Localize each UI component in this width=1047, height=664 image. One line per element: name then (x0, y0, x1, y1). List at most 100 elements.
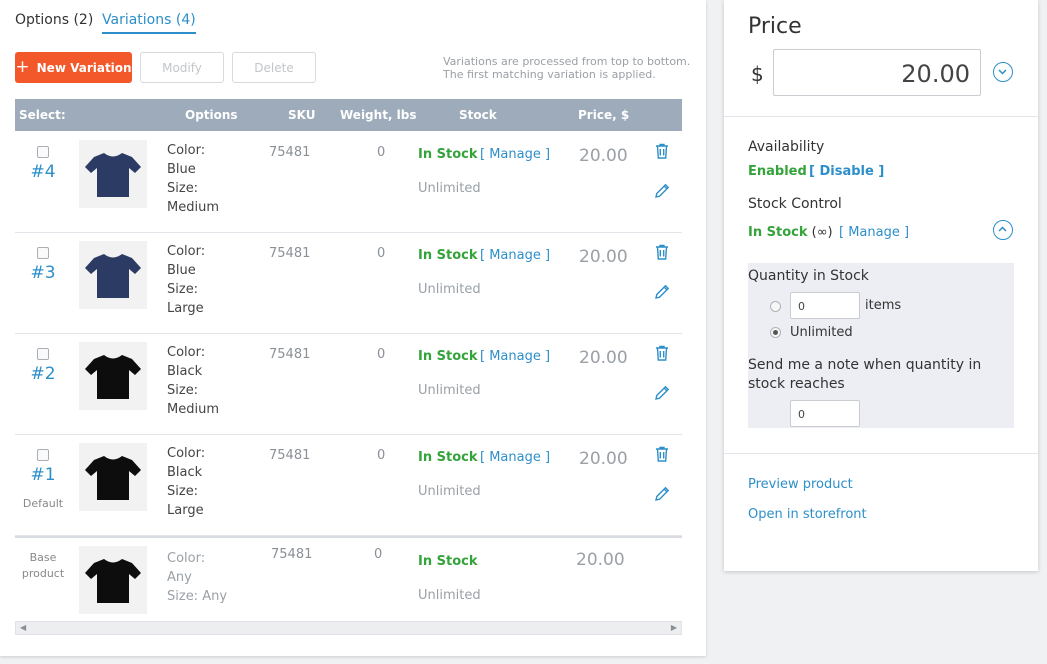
size-label: Size: (167, 282, 199, 297)
plus-icon: + (15, 57, 30, 77)
weight-value: 0 (377, 246, 386, 261)
row-checkbox[interactable] (37, 348, 49, 360)
weight-value: 0 (377, 145, 386, 160)
base-price: 20.00 (576, 550, 625, 570)
stock-quantity: Unlimited (418, 484, 481, 499)
delete-button[interactable]: Delete (232, 52, 316, 83)
open-storefront-link[interactable]: Open in storefront (748, 507, 867, 522)
table-row[interactable]: #3 Color: Blue Size: Large 75481 0 In Stock[ Ma… (15, 233, 682, 334)
variation-options: Color: Black Size: Medium (167, 343, 219, 419)
product-sidebar: Price $ 20.00 Availability Enabled [ Dis… (724, 0, 1038, 571)
variation-number-link[interactable]: #1 (23, 465, 63, 485)
row-checkbox[interactable] (37, 146, 49, 158)
base-color-value: Any (167, 570, 192, 585)
price-value: 20.00 (579, 348, 628, 368)
price-title: Price (748, 14, 802, 39)
disable-link[interactable]: [ Disable ] (809, 164, 884, 179)
preview-product-link[interactable]: Preview product (748, 477, 853, 492)
chevron-down-icon (998, 69, 1007, 75)
row-checkbox[interactable] (37, 247, 49, 259)
row-checkbox[interactable] (37, 449, 49, 461)
price-input[interactable]: 20.00 (773, 49, 981, 96)
base-product-label: Base product (15, 550, 71, 582)
pencil-icon[interactable] (653, 182, 671, 200)
sku-value: 75481 (269, 448, 311, 463)
size-value: Large (167, 301, 204, 316)
currency-symbol: $ (751, 62, 764, 86)
trash-icon[interactable] (653, 243, 671, 261)
divider (724, 453, 1038, 454)
sku-value: 75481 (269, 347, 311, 362)
trash-icon[interactable] (653, 445, 671, 463)
table-row[interactable]: #4 Color: Blue Size: Medium 75481 0 In Stock[ M… (15, 132, 682, 233)
radio-quantity[interactable] (770, 301, 781, 312)
quantity-label: Quantity in Stock (748, 268, 869, 284)
header-price: Price, $ (578, 108, 630, 122)
color-label: Color: (167, 345, 206, 360)
sku-value: 75481 (269, 246, 311, 261)
hint-line-2: The first matching variation is applied. (443, 68, 656, 81)
base-label-line-2: product (21, 567, 65, 580)
tshirt-icon (85, 153, 141, 197)
stock-manage-link[interactable]: [ Manage ] (839, 225, 909, 240)
tab-variations[interactable]: Variations (4) (102, 12, 196, 34)
weight-value: 0 (377, 347, 386, 362)
manage-stock-link[interactable]: [ Manage ] (480, 147, 550, 162)
processing-hint: Variations are processed from top to bot… (443, 55, 690, 81)
pencil-icon[interactable] (653, 485, 671, 503)
default-label: Default (22, 497, 64, 510)
table-row[interactable]: #2 Color: Black Size: Medium 75481 0 In Stock[ … (15, 334, 682, 435)
manage-stock-link[interactable]: [ Manage ] (480, 450, 550, 465)
quantity-input[interactable]: 0 (790, 292, 860, 319)
new-variation-button[interactable]: + New Variation (15, 52, 132, 83)
color-value: Blue (167, 263, 196, 278)
stock-collapse-icon[interactable] (993, 220, 1013, 240)
stock-quantity: Unlimited (418, 383, 481, 398)
modify-button[interactable]: Modify (140, 52, 224, 83)
tshirt-icon (85, 456, 141, 500)
price-value: 20.00 (579, 146, 628, 166)
radio-unlimited[interactable] (770, 327, 781, 338)
manage-stock-link[interactable]: [ Manage ] (480, 248, 550, 263)
trash-icon[interactable] (653, 344, 671, 362)
variation-number-link[interactable]: #2 (23, 364, 63, 384)
trash-icon[interactable] (653, 142, 671, 160)
availability-label: Availability (748, 139, 825, 155)
tshirt-icon (85, 254, 141, 298)
pencil-icon[interactable] (653, 384, 671, 402)
base-stock-status: In Stock (418, 554, 478, 569)
stock-quantity: Unlimited (418, 181, 481, 196)
price-value: 20.00 (579, 247, 628, 267)
pencil-icon[interactable] (653, 283, 671, 301)
color-value: Blue (167, 162, 196, 177)
scroll-left-icon[interactable]: ◀ (20, 623, 26, 632)
horizontal-scrollbar[interactable]: ◀ ▶ (15, 621, 682, 635)
price-expand-icon[interactable] (993, 62, 1013, 82)
header-stock: Stock (459, 108, 497, 122)
size-value: Medium (167, 200, 219, 215)
scroll-right-icon[interactable]: ▶ (671, 623, 677, 632)
color-value: Black (167, 465, 203, 480)
stock-status: In Stock (418, 248, 478, 263)
quantity-settings: Quantity in Stock 0 items Unlimited Send… (748, 263, 1014, 428)
base-color-label: Color: (167, 551, 206, 566)
table-header: Select: Options SKU Weight, lbs Stock Pr… (15, 99, 682, 131)
header-sku: SKU (288, 108, 316, 122)
color-label: Color: (167, 244, 206, 259)
hint-line-1: Variations are processed from top to bot… (443, 55, 691, 68)
color-label: Color: (167, 446, 206, 461)
tab-options[interactable]: Options (2) (15, 12, 93, 28)
manage-stock-link[interactable]: [ Manage ] (480, 349, 550, 364)
variation-number-link[interactable]: #3 (23, 263, 63, 283)
product-thumbnail (79, 443, 147, 511)
table-row[interactable]: #1 Default Color: Black Size: Large 75481 0 In S… (15, 435, 682, 536)
color-label: Color: (167, 143, 206, 158)
chevron-up-icon (998, 226, 1007, 232)
unlimited-label: Unlimited (790, 325, 853, 340)
new-variation-label: New Variation (36, 60, 132, 75)
variation-number-link[interactable]: #4 (23, 162, 63, 182)
tshirt-icon (85, 355, 141, 399)
low-stock-threshold-input[interactable]: 0 (790, 400, 860, 427)
base-stock-quantity: Unlimited (418, 588, 481, 603)
variations-panel: Options (2) Variations (4) + New Variati… (0, 0, 706, 656)
